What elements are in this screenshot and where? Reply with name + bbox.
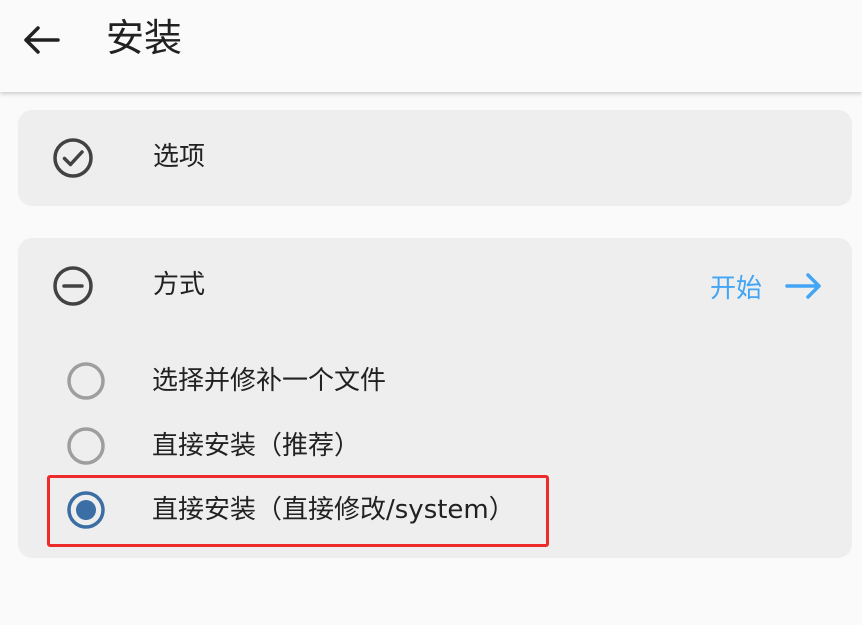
highlight-box (47, 475, 549, 547)
page-title: 安装 (106, 16, 183, 60)
arrow-back-icon (24, 26, 60, 54)
app-bar: 安装 (0, 0, 862, 92)
radio-option-label: 直接安装（推荐） (152, 431, 361, 461)
minus-circle-icon (53, 266, 93, 306)
start-button[interactable]: 开始 (710, 266, 824, 306)
radio-option-direct-install[interactable]: 直接安装（推荐） (48, 418, 808, 474)
radio-unchecked-icon[interactable] (66, 426, 106, 466)
options-label: 选项 (153, 142, 206, 172)
start-label: 开始 (709, 273, 762, 304)
options-card[interactable]: 选项 (18, 110, 852, 206)
radio-option-label: 选择并修补一个文件 (152, 366, 387, 396)
back-button[interactable] (18, 20, 66, 60)
check-circle-icon (53, 138, 93, 178)
radio-unchecked-icon[interactable] (66, 361, 106, 401)
arrow-forward-icon (785, 273, 821, 299)
radio-option-patch-file[interactable]: 选择并修补一个文件 (48, 353, 808, 409)
method-label: 方式 (153, 270, 206, 300)
